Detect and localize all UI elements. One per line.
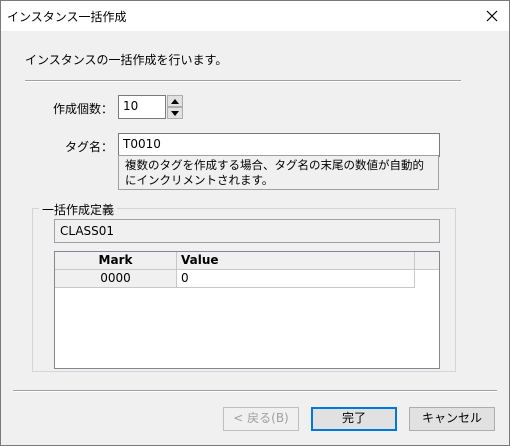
top-divider — [25, 80, 461, 82]
title-bar: インスタンス一括作成 — [1, 1, 509, 31]
count-input[interactable]: 10 — [118, 95, 166, 119]
bottom-divider — [13, 390, 497, 392]
finish-button[interactable]: 完了 — [311, 407, 397, 431]
class-name-field: CLASS01 — [54, 219, 440, 243]
count-stepper: 10 — [118, 95, 184, 121]
dialog-content: インスタンスの一括作成を行います。 作成個数： 10 タグ名： T0010 複数… — [1, 31, 509, 445]
cancel-button[interactable]: キャンセル — [409, 407, 495, 431]
back-button[interactable]: < 戻る(B) — [223, 407, 299, 431]
column-header-mark[interactable]: Mark — [55, 252, 177, 270]
value-cell[interactable]: 0 — [177, 270, 415, 288]
arrow-up-icon — [171, 98, 179, 104]
count-up-button[interactable] — [167, 95, 183, 107]
count-label: 作成個数： — [53, 102, 114, 116]
arrow-down-icon — [171, 110, 179, 116]
grid-header: Mark Value — [55, 252, 439, 270]
tag-label: タグ名： — [65, 140, 114, 154]
definition-grid: Mark Value 0000 0 — [54, 251, 440, 369]
group-title: 一括作成定義 — [39, 201, 118, 218]
window-title: インスタンス一括作成 — [7, 10, 127, 24]
tag-name-input[interactable]: T0010 — [118, 133, 440, 157]
column-header-value[interactable]: Value — [177, 252, 415, 270]
mark-cell: 0000 — [55, 270, 177, 288]
count-down-button[interactable] — [167, 107, 183, 119]
dialog-window: インスタンス一括作成 インスタンスの一括作成を行います。 作成個数： 10 タグ… — [0, 0, 510, 446]
close-icon — [486, 10, 498, 22]
tag-note: 複数のタグを作成する場合、タグ名の末尾の数値が自動的にインクリメントされます。 — [118, 155, 439, 190]
column-header-filler — [415, 252, 439, 270]
close-button[interactable] — [475, 1, 509, 31]
description-text: インスタンスの一括作成を行います。 — [25, 53, 228, 67]
